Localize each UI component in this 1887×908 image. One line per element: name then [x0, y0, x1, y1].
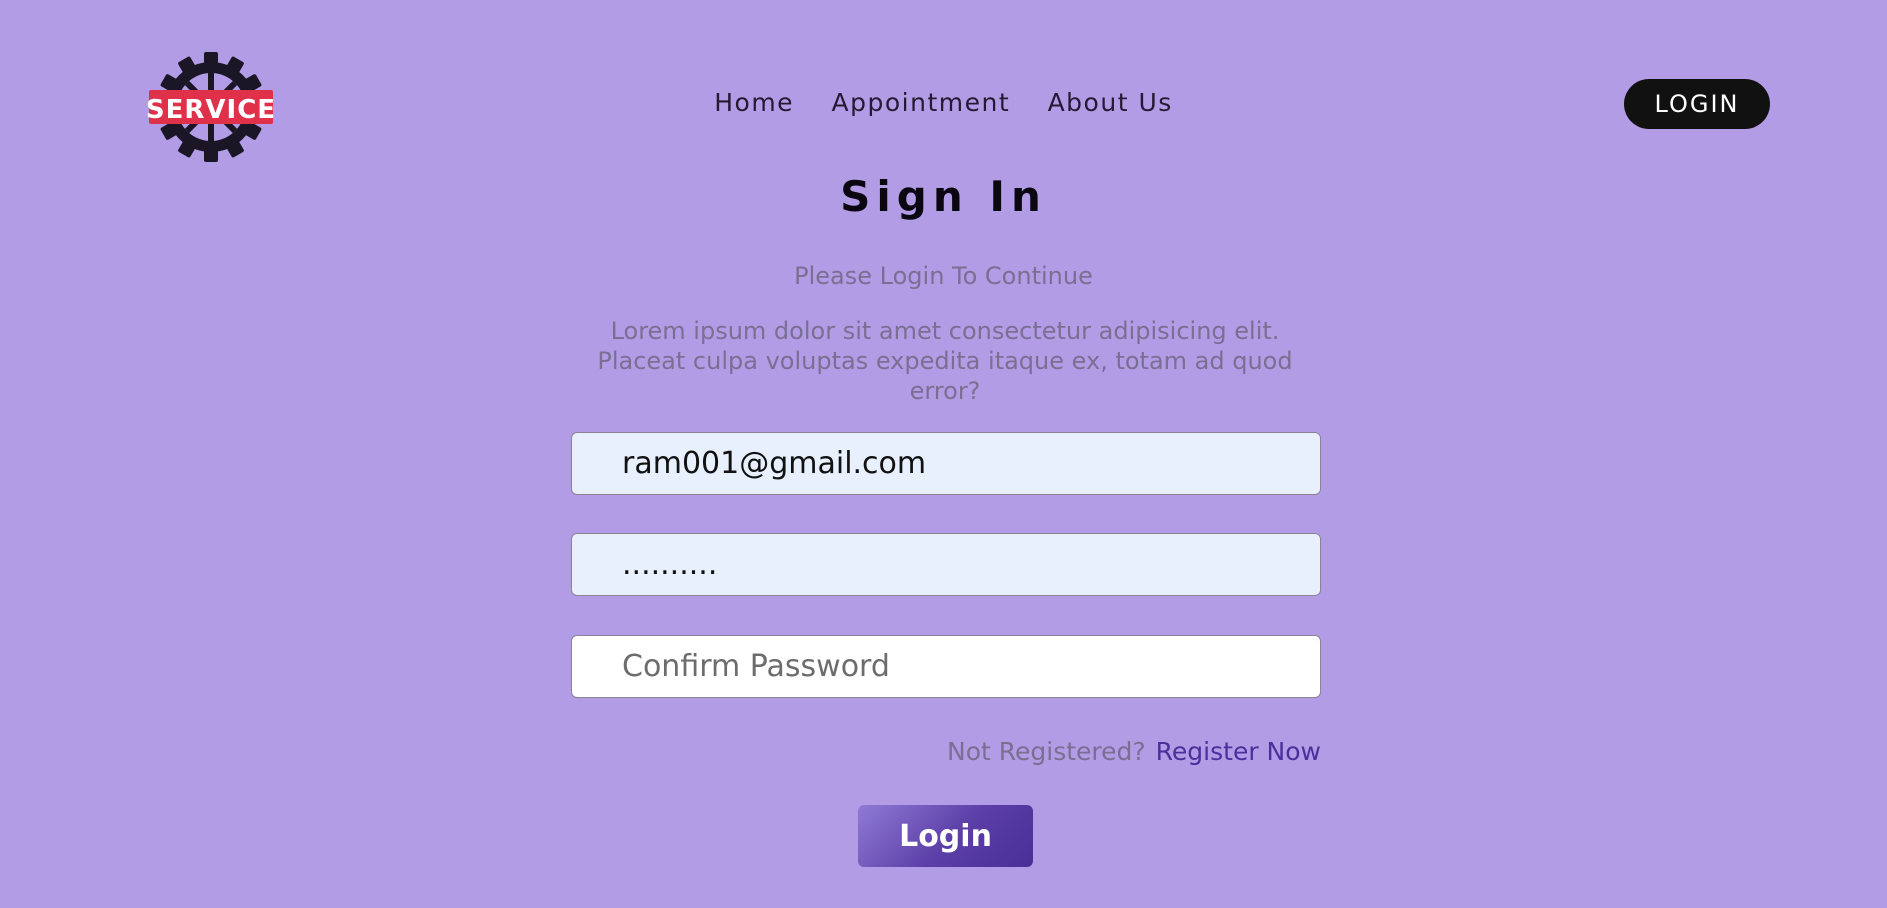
nav-appointment-link[interactable]: Appointment: [832, 88, 1011, 117]
header-login-button[interactable]: LOGIN: [1624, 79, 1770, 129]
site-header: SERVICE Home Appointment About Us LOGIN: [0, 0, 1887, 162]
form-description: Lorem ipsum dolor sit amet consectetur a…: [597, 317, 1293, 405]
password-field[interactable]: [571, 533, 1321, 596]
email-field[interactable]: [571, 432, 1321, 495]
main-nav: Home Appointment About Us: [0, 88, 1887, 117]
form-subtitle: Please Login To Continue: [794, 262, 1093, 290]
nav-home-link[interactable]: Home: [714, 88, 794, 117]
register-now-link[interactable]: Register Now: [1156, 737, 1321, 766]
register-prompt: Not Registered? Register Now: [0, 737, 1321, 766]
nav-about-us-link[interactable]: About Us: [1048, 88, 1173, 117]
page-title: Sign In: [840, 172, 1047, 221]
confirm-password-field[interactable]: [571, 635, 1321, 698]
not-registered-text: Not Registered?: [947, 737, 1146, 766]
login-submit-button[interactable]: Login: [858, 805, 1033, 867]
